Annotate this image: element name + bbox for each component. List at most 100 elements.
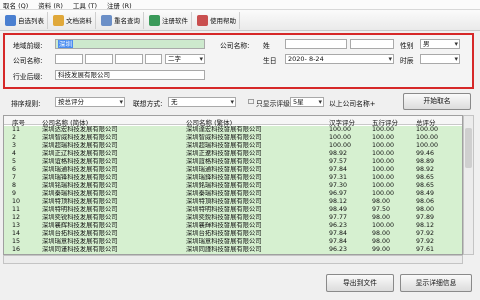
region-input[interactable]: 深圳	[55, 39, 205, 49]
register-button[interactable]: 注册软件	[146, 11, 192, 29]
row-simplified-name: 深圳特顶科技发展有限公司	[42, 198, 118, 205]
row-index: 15	[12, 238, 21, 245]
row-wuxing-score: 100.00	[372, 158, 395, 165]
associate-dropdown[interactable]: 无	[168, 97, 236, 107]
menu-item-register[interactable]: 注册 (R)	[107, 0, 132, 10]
table-row[interactable]: 3 深圳超瑞科技发展有限公司 深圳超瑞科技發展有限公司 100.00 100.00 100…	[4, 142, 462, 150]
table-row[interactable]: 15 深圳瑞意科技发展有限公司 深圳瑞意科技發展有限公司 97.84 98.00 97.9…	[4, 238, 462, 246]
row-simplified-name: 深圳瑞通科技发展有限公司	[42, 166, 118, 173]
table-row[interactable]: 2 深圳智威科技发展有限公司 深圳智威科技發展有限公司 100.00 100.00 100…	[4, 134, 462, 142]
row-wuxing-score: 100.00	[372, 182, 395, 189]
only-show-checkbox[interactable]: ☐	[248, 98, 254, 106]
row-wuxing-score: 97.50	[372, 206, 391, 213]
table-row[interactable]: 14 深圳台拓科技发展有限公司 深圳台拓科技發展有限公司 97.84 98.00 97.9…	[4, 230, 462, 238]
footer-bar: 导出到文件 显示详细信息	[0, 268, 480, 300]
row-index: 4	[12, 150, 17, 157]
row-wuxing-score: 100.00	[372, 166, 395, 173]
row-total-score: 98.92	[416, 166, 435, 173]
documents-button[interactable]: 文档资料	[50, 11, 96, 29]
name-part-2-input[interactable]	[85, 54, 113, 64]
table-row[interactable]: 12 深圳奕锐科技发展有限公司 深圳奕銳科技發展有限公司 97.77 98.00 97.8…	[4, 214, 462, 222]
row-traditional-name: 深圳襄輝科技發展有限公司	[186, 222, 262, 229]
table-row[interactable]: 11 深圳特明科技发展有限公司 深圳特明科技發展有限公司 98.49 97.50 98.0…	[4, 206, 462, 214]
vertical-scrollbar[interactable]	[463, 115, 474, 255]
row-simplified-name: 深圳超瑞科技发展有限公司	[42, 142, 118, 149]
menu-item-data[interactable]: 资料 (R)	[38, 0, 63, 10]
row-char-score: 97.77	[329, 214, 348, 221]
row-traditional-name: 深圳瑞鋒科技發展有限公司	[186, 174, 262, 181]
row-traditional-name: 深圳達宏科技發展有限公司	[186, 126, 262, 133]
name-part-1-input[interactable]	[55, 54, 83, 64]
table-row[interactable]: 6 深圳瑞通科技发展有限公司 深圳瑞通科技發展有限公司 97.84 100.00 98.9…	[4, 166, 462, 174]
row-wuxing-score: 100.00	[372, 222, 395, 229]
row-simplified-name: 深圳达宏科技发展有限公司	[42, 126, 118, 133]
table-row[interactable]: 11 深圳达宏科技发展有限公司 深圳達宏科技發展有限公司 100.00 100.00 10…	[4, 126, 462, 134]
row-index: 16	[12, 246, 21, 253]
table-row[interactable]: 5 深圳谊格科技发展有限公司 深圳誼格科技發展有限公司 97.57 100.00 98.8…	[4, 158, 462, 166]
row-total-score: 98.06	[416, 198, 435, 205]
duplicate-search-button[interactable]: 重名查询	[98, 11, 144, 29]
sort-value: 按总评分	[58, 98, 84, 106]
row-traditional-name: 深圳特明科技發展有限公司	[186, 206, 262, 213]
row-total-score: 97.89	[416, 214, 435, 221]
row-index: 11	[12, 126, 21, 133]
time-dropdown[interactable]	[420, 54, 460, 64]
show-details-button[interactable]: 显示详细信息	[400, 274, 472, 292]
row-traditional-name: 深圳超瑞科技發展有限公司	[186, 142, 262, 149]
row-char-score: 100.00	[329, 126, 352, 133]
row-char-score: 96.97	[329, 190, 348, 197]
row-wuxing-score: 99.00	[372, 246, 391, 253]
above-label: 以上公司名称+	[329, 100, 376, 108]
birthday-label: 生日	[263, 57, 277, 65]
region-label: 地域前缀:	[13, 42, 43, 50]
row-traditional-name: 深圳秦瑞科技發展有限公司	[186, 190, 262, 197]
industry-value: 科技发展有限公司	[58, 71, 110, 79]
given-name-input[interactable]	[350, 39, 394, 49]
menu-bar: 取名 (Q) 资料 (R) 工具 (T) 注册 (R)	[0, 0, 480, 10]
table-row[interactable]: 9 深圳秦瑞科技发展有限公司 深圳秦瑞科技發展有限公司 96.97 100.00 98.4…	[4, 190, 462, 198]
table-row[interactable]: 4 深圳正辽科技发展有限公司 深圳正遼科技發展有限公司 98.92 100.00 99.4…	[4, 150, 462, 158]
table-row[interactable]: 7 深圳瑞锋科技发展有限公司 深圳瑞鋒科技發展有限公司 97.31 100.00 98.6…	[4, 174, 462, 182]
industry-input[interactable]: 科技发展有限公司	[55, 70, 205, 80]
sort-label: 排序规则:	[11, 100, 41, 108]
row-char-score: 97.57	[329, 158, 348, 165]
gender-label: 性别	[400, 42, 414, 50]
gender-dropdown[interactable]: 男	[420, 39, 460, 49]
row-total-score: 98.12	[416, 222, 435, 229]
start-naming-button[interactable]: 开始取名	[403, 93, 471, 110]
scroll-thumb[interactable]	[465, 128, 472, 168]
table-row[interactable]: 13 深圳襄辉科技发展有限公司 深圳襄輝科技發展有限公司 96.23 100.00 98.…	[4, 222, 462, 230]
row-wuxing-score: 98.00	[372, 214, 391, 221]
surname-input[interactable]	[285, 39, 347, 49]
table-header: 序号 公司名称 (简体) 公司名称 (繁体) 汉字评分 五行评分 总评分	[4, 116, 462, 127]
row-char-score: 98.12	[329, 198, 348, 205]
row-total-score: 98.65	[416, 182, 435, 189]
menu-item-tools[interactable]: 工具 (T)	[73, 0, 97, 10]
name-part-3-input[interactable]	[115, 54, 143, 64]
row-index: 6	[12, 166, 17, 173]
sort-dropdown[interactable]: 按总评分	[55, 97, 125, 107]
row-simplified-name: 深圳襄辉科技发展有限公司	[42, 222, 118, 229]
surname-label: 姓	[263, 42, 270, 50]
menu-item-name[interactable]: 取名 (Q)	[3, 0, 28, 10]
row-total-score: 99.46	[416, 150, 435, 157]
birthday-picker[interactable]: 2020- 8-24	[285, 54, 394, 64]
row-simplified-name: 深圳智威科技发展有限公司	[42, 134, 118, 141]
char-count-dropdown[interactable]: 二字	[165, 54, 205, 64]
row-simplified-name: 深圳铭瑞科技发展有限公司	[42, 182, 118, 189]
row-traditional-name: 深圳瑞意科技發展有限公司	[186, 238, 262, 245]
horizontal-scrollbar[interactable]	[3, 255, 463, 264]
help-button[interactable]: 使用帮助	[194, 11, 240, 29]
toolbar: 自选列表 文档资料 重名查询 注册软件 使用帮助	[0, 10, 480, 31]
row-index: 2	[12, 134, 17, 141]
export-button[interactable]: 导出到文件	[326, 274, 394, 292]
row-wuxing-score: 100.00	[372, 126, 395, 133]
row-total-score: 97.92	[416, 230, 435, 237]
table-row[interactable]: 10 深圳特顶科技发展有限公司 深圳特頂科技發展有限公司 98.12 98.00 98.0…	[4, 198, 462, 206]
row-wuxing-score: 100.00	[372, 190, 395, 197]
name-part-4-input[interactable]	[145, 54, 162, 64]
list-button[interactable]: 自选列表	[2, 11, 48, 29]
table-row[interactable]: 8 深圳铭瑞科技发展有限公司 深圳銘瑞科技發展有限公司 97.30 100.00 98.6…	[4, 182, 462, 190]
rating-dropdown[interactable]: 5星	[290, 97, 324, 107]
table-row[interactable]: 16 深圳同谨科技发展有限公司 深圳同謹科技發展有限公司 96.23 99.00 97.6…	[4, 246, 462, 254]
